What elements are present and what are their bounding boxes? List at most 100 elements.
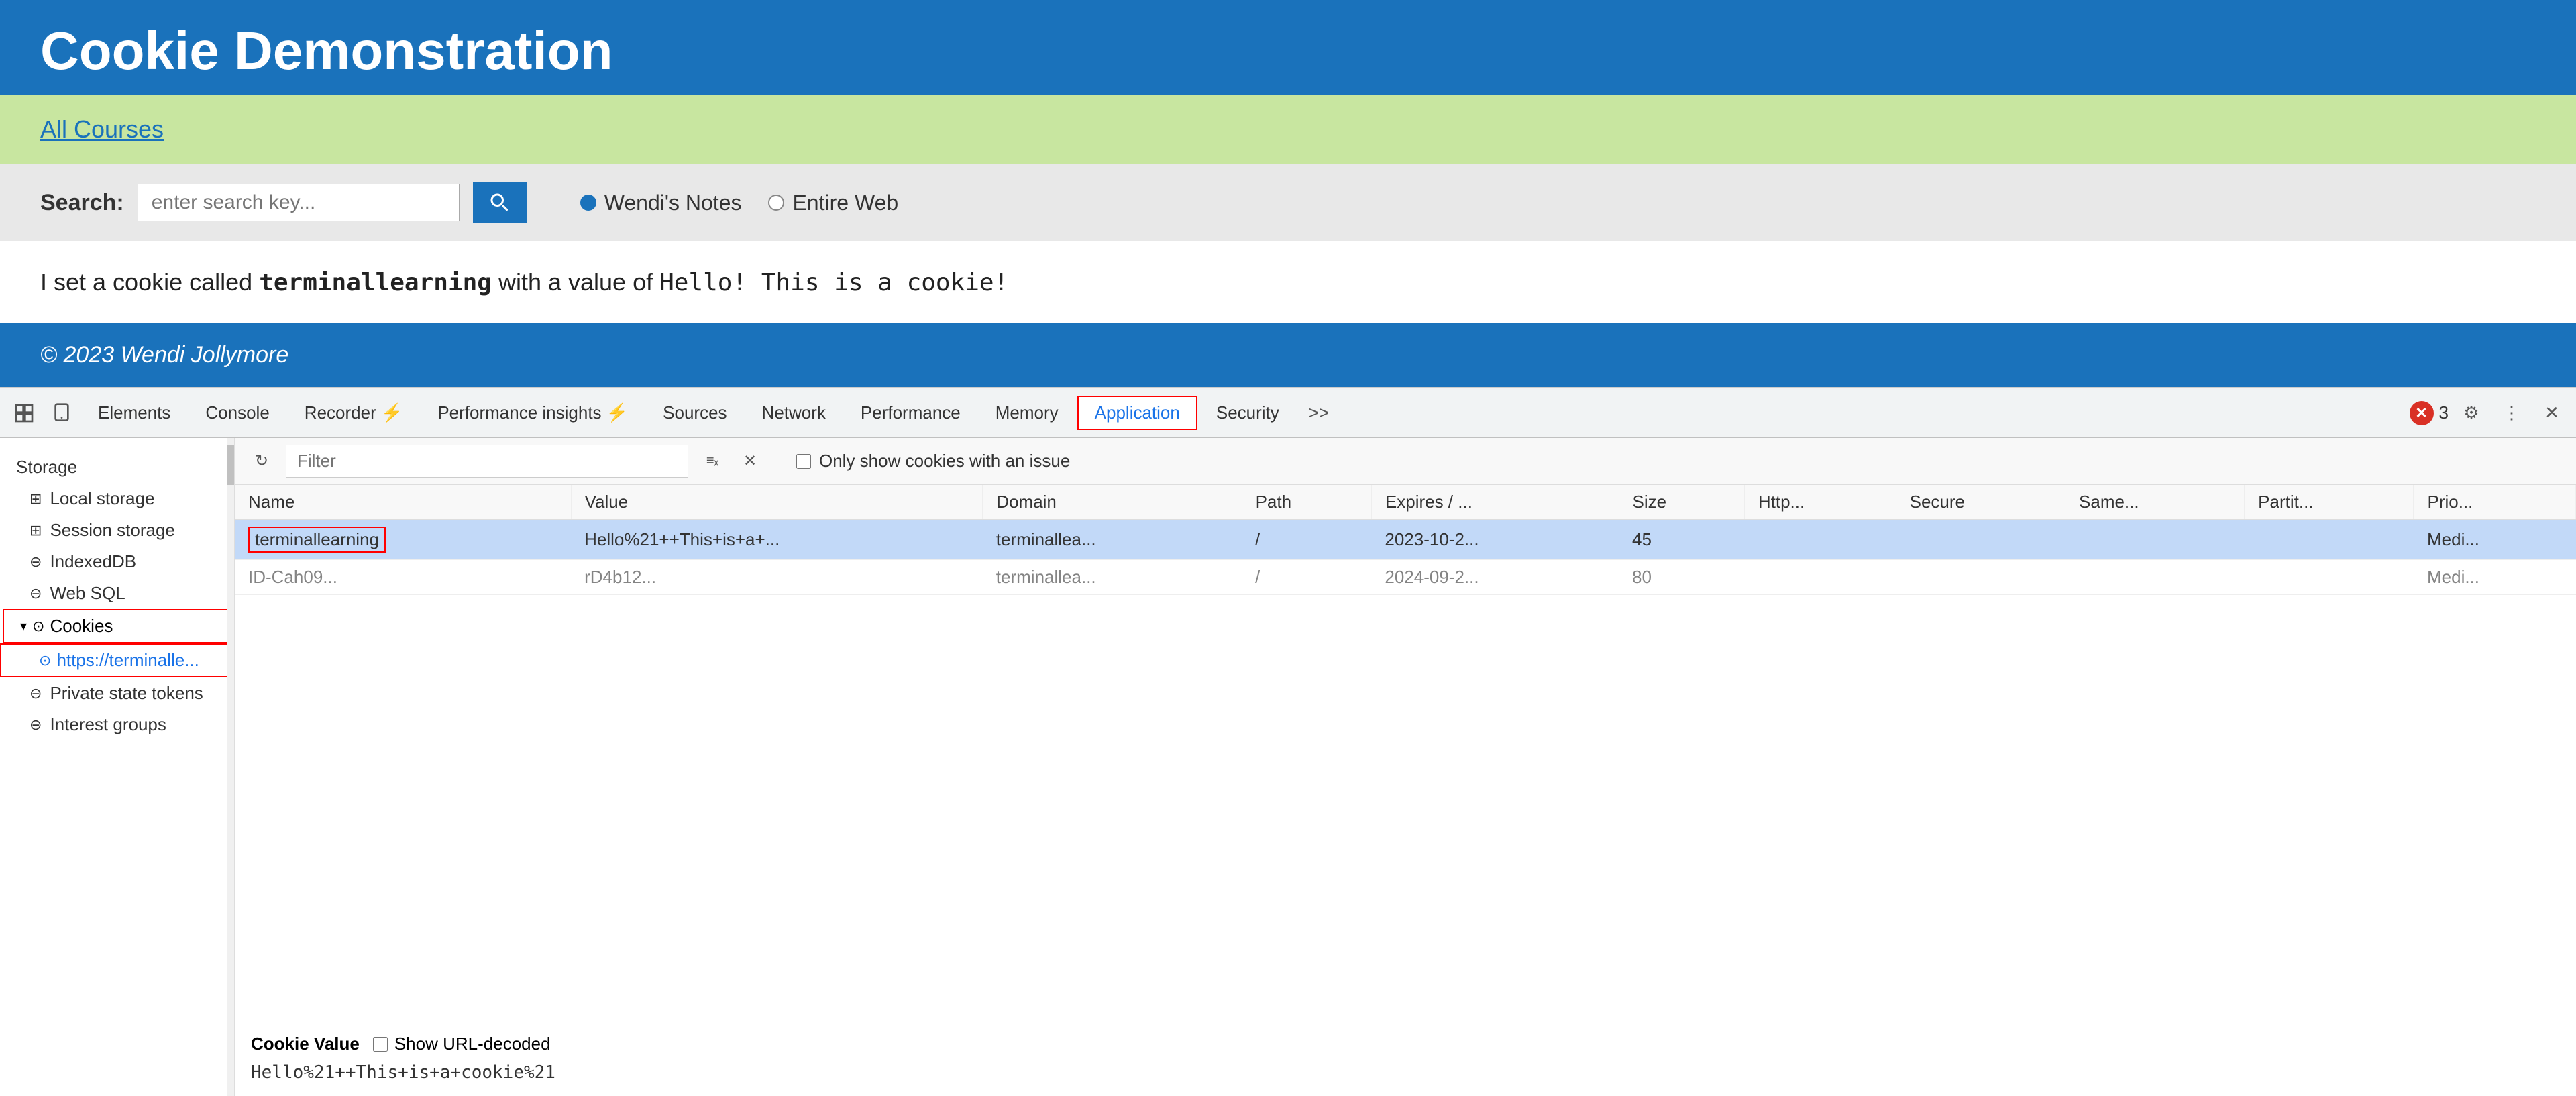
cell-partition	[2245, 520, 2414, 560]
cell-expires: 2023-10-2...	[1371, 520, 1619, 560]
sidebar-scroll-thumb[interactable]	[227, 445, 234, 485]
cell-expires-2: 2024-09-2...	[1371, 560, 1619, 595]
col-http[interactable]: Http...	[1744, 485, 1896, 520]
cookie-text-area: I set a cookie called terminallearning w…	[0, 241, 2576, 323]
tab-elements[interactable]: Elements	[82, 397, 186, 429]
refresh-button[interactable]: ↻	[248, 448, 275, 475]
cookie-name: terminallearning	[259, 269, 492, 296]
only-show-issues-label[interactable]: Only show cookies with an issue	[796, 451, 1070, 472]
expand-arrow-cookies: ▾	[20, 618, 27, 635]
cell-partition-2	[2245, 560, 2414, 595]
search-input[interactable]	[138, 184, 460, 221]
search-icon	[488, 190, 512, 215]
tab-memory[interactable]: Memory	[979, 397, 1075, 429]
sidebar-storage-label: Storage	[0, 451, 234, 483]
cell-path: /	[1242, 520, 1371, 560]
devtools-main-content: ↻ ≡ₓ ✕ Only show cookies with an issue	[235, 438, 2576, 1096]
tab-sources[interactable]: Sources	[647, 397, 743, 429]
cookie-name-cell: terminallearning	[248, 527, 386, 553]
search-label: Search:	[40, 190, 124, 216]
search-bar-area: Search: Wendi's Notes Entire Web	[0, 164, 2576, 241]
db-icon-websql: ⊖	[30, 585, 42, 602]
devtools-body: Storage ⊞ Local storage ⊞ Session storag…	[0, 438, 2576, 1096]
devtools-more-icon[interactable]: ⋮	[2494, 396, 2529, 431]
sidebar-item-session-storage[interactable]: ⊞ Session storage	[0, 514, 234, 546]
all-courses-link[interactable]: All Courses	[40, 115, 164, 143]
cookie-detail-value: Hello%21++This+is+a+cookie%21	[251, 1062, 2560, 1083]
cell-value-2: rD4b12...	[571, 560, 983, 595]
sidebar-item-indexed-db[interactable]: ⊖ IndexedDB	[0, 546, 234, 578]
sidebar-item-web-sql[interactable]: ⊖ Web SQL	[0, 578, 234, 609]
tab-security[interactable]: Security	[1200, 397, 1295, 429]
sidebar-scrollbar[interactable]	[227, 438, 234, 1096]
search-button[interactable]	[473, 182, 527, 223]
close-devtools-icon[interactable]: ✕	[2534, 396, 2569, 431]
cell-path-2: /	[1242, 560, 1371, 595]
radio-wendis-notes[interactable]: Wendi's Notes	[580, 190, 742, 215]
show-url-decoded-checkbox[interactable]	[373, 1037, 388, 1052]
tab-performance-insights[interactable]: Performance insights ⚡	[421, 397, 644, 429]
green-banner: All Courses	[0, 95, 2576, 164]
sidebar-item-interest-groups[interactable]: ⊖ Interest groups	[0, 709, 234, 741]
tab-more-button[interactable]: >>	[1298, 397, 1340, 429]
cell-size-2: 80	[1619, 560, 1744, 595]
cell-name-2: ID-Cah09...	[235, 560, 571, 595]
col-name[interactable]: Name	[235, 485, 571, 520]
radio-dot-wendis	[580, 195, 596, 211]
site-title: Cookie Demonstration	[40, 20, 2536, 82]
element-picker-icon[interactable]	[7, 396, 42, 431]
tab-console[interactable]: Console	[189, 397, 285, 429]
show-url-decoded-label[interactable]: Show URL-decoded	[373, 1034, 551, 1054]
clear-filter-button[interactable]: ≡ₓ	[699, 448, 726, 475]
delete-cookie-button[interactable]: ✕	[737, 448, 763, 475]
cell-name: terminallearning	[235, 520, 571, 560]
cookies-table-wrapper[interactable]: Name Value Domain Path Expires / ... Siz…	[235, 485, 2576, 1020]
col-value[interactable]: Value	[571, 485, 983, 520]
tab-recorder[interactable]: Recorder ⚡	[288, 397, 419, 429]
table-row[interactable]: terminallearning Hello%21++This+is+a+...…	[235, 520, 2576, 560]
col-partition[interactable]: Partit...	[2245, 485, 2414, 520]
cookie-icon: ⊙	[32, 618, 44, 635]
cell-same	[2065, 520, 2245, 560]
sidebar-item-cookies-url[interactable]: ⊙ https://terminalle...	[0, 643, 234, 677]
sidebar-item-private-state-tokens[interactable]: ⊖ Private state tokens	[0, 677, 234, 709]
cell-same-2	[2065, 560, 2245, 595]
cell-secure-2	[1896, 560, 2065, 595]
error-count-badge: ✕	[2410, 401, 2434, 425]
col-expires[interactable]: Expires / ...	[1371, 485, 1619, 520]
device-toolbar-icon[interactable]	[44, 396, 79, 431]
col-size[interactable]: Size	[1619, 485, 1744, 520]
col-path[interactable]: Path	[1242, 485, 1371, 520]
col-priority[interactable]: Prio...	[2414, 485, 2576, 520]
cell-http	[1744, 520, 1896, 560]
table-row[interactable]: ID-Cah09... rD4b12... terminallea... / 2…	[235, 560, 2576, 595]
col-domain[interactable]: Domain	[983, 485, 1242, 520]
col-secure[interactable]: Secure	[1896, 485, 2065, 520]
col-same[interactable]: Same...	[2065, 485, 2245, 520]
tab-performance[interactable]: Performance	[845, 397, 977, 429]
tab-application[interactable]: Application	[1077, 396, 1197, 430]
cell-http-2	[1744, 560, 1896, 595]
devtools-right-icons: ✕ 3 ⚙ ⋮ ✕	[2410, 396, 2569, 431]
table-header-row: Name Value Domain Path Expires / ... Siz…	[235, 485, 2576, 520]
radio-entire-web[interactable]: Entire Web	[768, 190, 898, 215]
tab-network[interactable]: Network	[746, 397, 842, 429]
db-icon-private: ⊖	[30, 685, 42, 702]
cell-domain: terminallea...	[983, 520, 1242, 560]
cookie-value: Hello! This is a cookie!	[659, 269, 1008, 296]
filter-input[interactable]	[286, 445, 688, 478]
site-footer: © 2023 Wendi Jollymore	[0, 323, 2576, 387]
sidebar-item-cookies[interactable]: ▾ ⊙ Cookies	[3, 609, 231, 643]
only-show-issues-checkbox[interactable]	[796, 454, 811, 469]
devtools-panel: Elements Console Recorder ⚡ Performance …	[0, 387, 2576, 1096]
cookie-detail-header: Cookie Value Show URL-decoded	[251, 1034, 2560, 1054]
db-icon-interest: ⊖	[30, 716, 42, 734]
radio-dot-entire	[768, 195, 784, 211]
cookie-detail-panel: Cookie Value Show URL-decoded Hello%21++…	[235, 1020, 2576, 1096]
grid-icon-session: ⊞	[30, 522, 42, 539]
cell-size: 45	[1619, 520, 1744, 560]
cookies-table: Name Value Domain Path Expires / ... Siz…	[235, 485, 2576, 595]
sidebar-item-local-storage[interactable]: ⊞ Local storage	[0, 483, 234, 514]
settings-icon[interactable]: ⚙	[2454, 396, 2489, 431]
db-icon-indexed: ⊖	[30, 553, 42, 571]
